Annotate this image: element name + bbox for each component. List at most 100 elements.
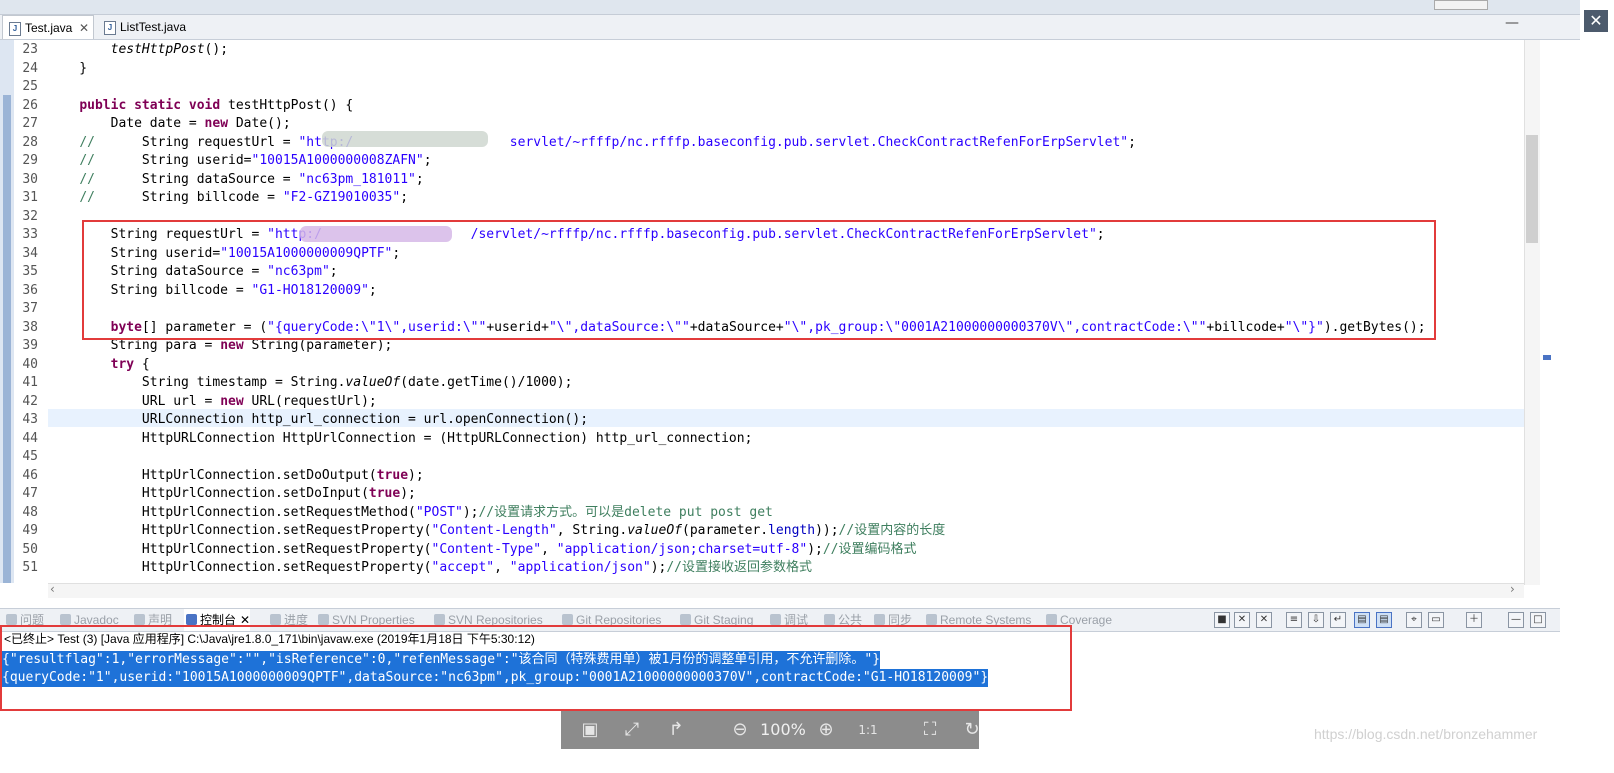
line-number: 29 [22, 153, 38, 168]
line-number: 27 [22, 116, 38, 131]
code-text[interactable]: // String requestUrl = "http:/ servlet/~… [48, 134, 1136, 152]
line-number: 38 [22, 319, 38, 335]
rotate-icon[interactable]: ↻ [961, 719, 983, 741]
line-number: 47 [22, 486, 38, 501]
maximize-view-icon[interactable]: □ [1530, 612, 1546, 628]
tab-label: Test.java [25, 21, 73, 35]
open-console-icon[interactable]: ＋ [1466, 612, 1482, 628]
line-number: 48 [22, 504, 38, 520]
code-text[interactable]: HttpUrlConnection.setRequestProperty("ac… [48, 559, 812, 577]
code-text[interactable]: HttpUrlConnection.setRequestProperty("Co… [48, 541, 917, 559]
code-text[interactable]: HttpUrlConnection.setRequestProperty("Co… [48, 522, 945, 540]
remove-all-icon[interactable]: ✕ [1256, 612, 1272, 628]
code-text[interactable]: URLConnection http_url_connection = url.… [48, 411, 588, 429]
remote-icon [926, 614, 937, 625]
code-text[interactable] [48, 78, 79, 96]
line-number: 39 [22, 338, 38, 353]
line-number: 26 [22, 97, 38, 113]
open-in-window-icon[interactable]: ⤢ [621, 719, 643, 741]
line-number: 49 [22, 523, 38, 538]
scrollbar-thumb[interactable] [1526, 135, 1538, 243]
code-text[interactable]: // String dataSource = "nc63pm_181011"; [48, 171, 423, 189]
code-text[interactable]: URL url = new URL(requestUrl); [48, 393, 377, 411]
zoom-in-icon[interactable]: ⊕ [815, 719, 837, 741]
line-number: 45 [22, 449, 38, 464]
line-number: 32 [22, 208, 38, 224]
terminate-icon[interactable]: ■ [1214, 612, 1230, 628]
tab-test-java[interactable]: J Test.java ✕ [2, 15, 94, 39]
zoom-out-icon[interactable]: ⊖ [729, 719, 751, 741]
minimize-icon[interactable]: — [1505, 15, 1519, 31]
show-on-output-icon[interactable]: ▤ [1354, 612, 1370, 628]
overview-marker[interactable] [1543, 355, 1551, 360]
line-number: 41 [22, 375, 38, 390]
scroll-left-icon[interactable]: ‹ [50, 582, 55, 596]
editor-tab-bar: J Test.java ✕ J ListTest.java — [0, 15, 1580, 40]
code-text[interactable]: public static void testHttpPost() { [48, 97, 353, 115]
line-number: 34 [22, 245, 38, 261]
line-number: 46 [22, 467, 38, 483]
line-number: 51 [22, 560, 38, 575]
line-number: 28 [22, 134, 38, 150]
line-number: 23 [22, 42, 38, 57]
remove-launch-icon[interactable]: ✕ [1234, 612, 1250, 628]
javadoc-icon [60, 614, 71, 625]
code-text[interactable]: HttpUrlConnection.setRequestMethod("POST… [48, 504, 773, 522]
save-icon[interactable]: ▣ [579, 719, 601, 741]
line-number: 43 [22, 412, 38, 427]
line-number: 35 [22, 264, 38, 279]
change-ruler [0, 40, 14, 583]
image-viewer-toolbar: ▣ ⤢ ↱ ⊖ 100% ⊕ 1:1 ⛶ ↻ [561, 711, 980, 749]
line-number: 36 [22, 282, 38, 298]
line-number: 50 [22, 541, 38, 557]
code-text[interactable]: String timestamp = String.valueOf(date.g… [48, 374, 573, 392]
tab-listtest-java[interactable]: J ListTest.java [98, 15, 198, 39]
line-number: 33 [22, 227, 38, 242]
code-text[interactable]: Date date = new Date(); [48, 115, 291, 133]
minimize-view-icon[interactable]: — [1508, 612, 1524, 628]
code-text[interactable]: // String billcode = "F2-GZ19010035"; [48, 189, 408, 207]
line-number: 44 [22, 430, 38, 446]
overview-ruler [1540, 40, 1614, 610]
git-icon [562, 614, 573, 625]
highlight-box-code [82, 220, 1436, 340]
fit-screen-icon[interactable]: ⛶ [919, 719, 941, 741]
code-text[interactable]: HttpUrlConnection.setDoInput(true); [48, 485, 416, 503]
code-text[interactable] [48, 208, 79, 226]
redacted-host [322, 131, 488, 147]
line-number: 37 [22, 301, 38, 316]
line-number: 40 [22, 356, 38, 372]
code-text[interactable]: HttpUrlConnection.setDoOutput(true); [48, 467, 424, 485]
code-text[interactable]: } [48, 60, 87, 78]
scroll-lock-icon[interactable]: ⇩ [1308, 612, 1324, 628]
editor-horizontal-scrollbar[interactable]: ‹ › [48, 582, 1524, 598]
tab-label: ListTest.java [120, 20, 187, 34]
close-tab-icon[interactable]: ✕ [79, 16, 89, 40]
word-wrap-icon[interactable]: ↵ [1330, 612, 1346, 628]
display-console-icon[interactable]: ▭ [1428, 612, 1444, 628]
pin-console-icon[interactable]: ⌖ [1406, 612, 1422, 628]
declaration-icon [134, 614, 145, 625]
code-text[interactable] [48, 300, 79, 318]
clear-console-icon[interactable]: ≡ [1286, 612, 1302, 628]
watermark: https://blog.csdn.net/bronzehammer [1314, 726, 1538, 742]
show-on-error-icon[interactable]: ▤ [1376, 612, 1392, 628]
main-toolbar [0, 0, 1580, 15]
code-text[interactable]: HttpURLConnection HttpUrlConnection = (H… [48, 430, 753, 448]
code-text[interactable] [48, 448, 79, 466]
code-text[interactable]: try { [48, 356, 150, 374]
code-text[interactable]: testHttpPost(); [48, 41, 228, 59]
java-file-icon: J [104, 21, 116, 35]
coverage-icon [1046, 614, 1057, 625]
share-icon[interactable]: ↱ [665, 719, 687, 741]
editor-vertical-scrollbar[interactable] [1524, 40, 1541, 585]
zoom-level: 100% [760, 720, 806, 739]
git-icon [680, 614, 691, 625]
java-file-icon: J [9, 22, 21, 36]
close-window-icon[interactable]: ✕ [1584, 10, 1608, 32]
sync-icon [874, 614, 885, 625]
actual-size-icon[interactable]: 1:1 [857, 719, 879, 741]
scroll-right-icon[interactable]: › [1510, 582, 1515, 596]
perspective-button[interactable] [1434, 0, 1488, 10]
code-text[interactable]: // String userid="10015A1000000008ZAFN"; [48, 152, 431, 170]
